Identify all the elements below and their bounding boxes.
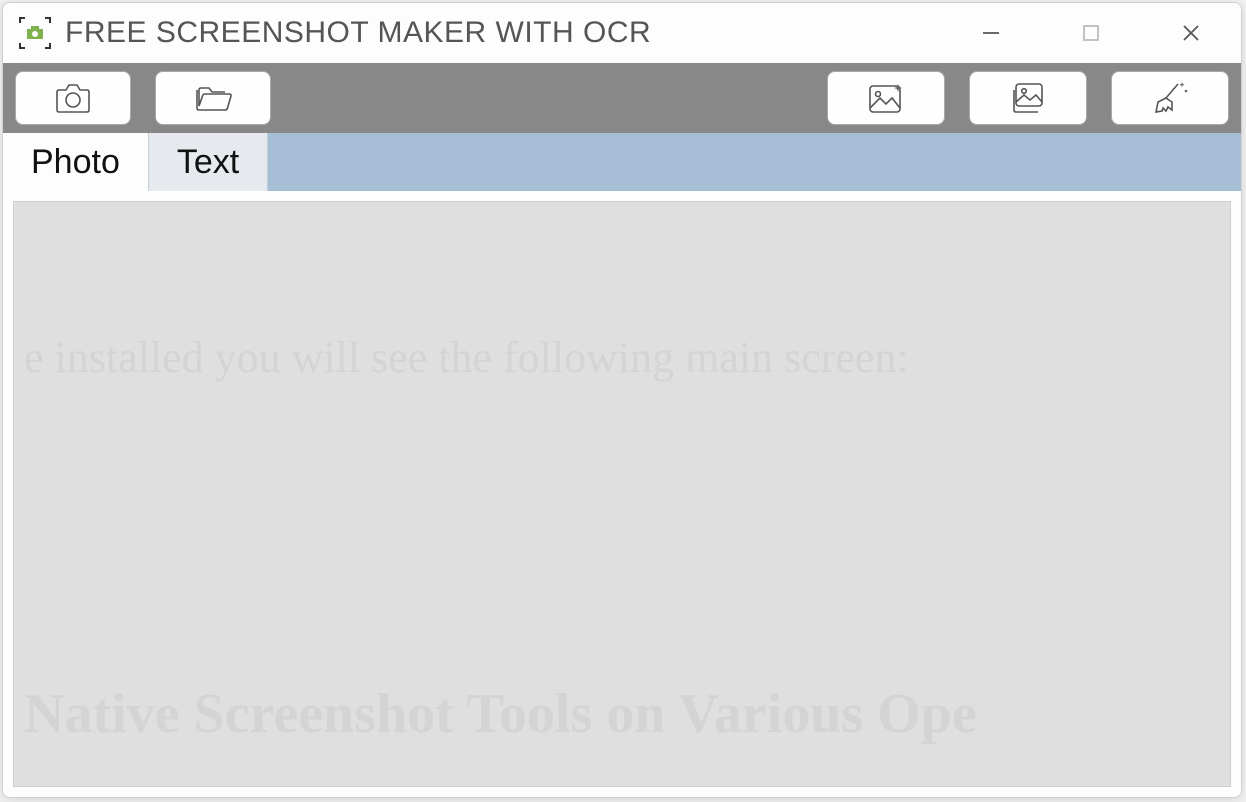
minimize-icon: [980, 22, 1002, 44]
open-button[interactable]: [155, 71, 271, 125]
tab-photo-label: Photo: [31, 143, 120, 182]
page-title: FREE SCREENSHOT MAKER WITH OCR: [65, 16, 941, 50]
gallery-button[interactable]: [969, 71, 1087, 125]
maximize-button[interactable]: [1041, 3, 1141, 63]
background-bleed-text-2: Native Screenshot Tools on Various Ope: [24, 682, 977, 746]
broom-icon: [1148, 78, 1192, 118]
app-icon: [17, 15, 53, 51]
image-sparkle-icon: [864, 78, 908, 118]
titlebar: FREE SCREENSHOT MAKER WITH OCR: [3, 3, 1241, 63]
image-canvas[interactable]: e installed you will see the following m…: [13, 201, 1231, 787]
capture-button[interactable]: [15, 71, 131, 125]
images-stack-icon: [1006, 78, 1050, 118]
close-button[interactable]: [1141, 3, 1241, 63]
window-controls: [941, 3, 1241, 63]
camera-icon: [51, 78, 95, 118]
app-window: FREE SCREENSHOT MAKER WITH OCR: [2, 2, 1242, 798]
maximize-icon: [1080, 22, 1102, 44]
tab-text-label: Text: [177, 143, 239, 182]
tab-text[interactable]: Text: [149, 133, 268, 191]
toolbar: [3, 63, 1241, 133]
background-bleed-text-1: e installed you will see the following m…: [24, 332, 909, 383]
enhance-image-button[interactable]: [827, 71, 945, 125]
close-icon: [1180, 22, 1202, 44]
minimize-button[interactable]: [941, 3, 1041, 63]
clear-button[interactable]: [1111, 71, 1229, 125]
folder-open-icon: [191, 78, 235, 118]
tab-photo[interactable]: Photo: [3, 133, 149, 191]
tabbar: Photo Text: [3, 133, 1241, 191]
content-wrap: e installed you will see the following m…: [3, 191, 1241, 797]
